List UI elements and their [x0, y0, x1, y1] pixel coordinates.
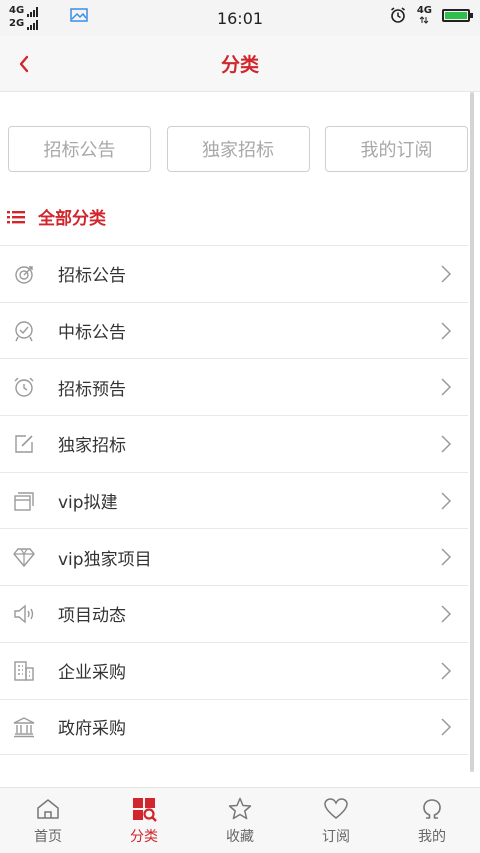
category-icon	[133, 798, 157, 822]
list-item[interactable]: vip独家项目	[0, 528, 468, 585]
category-tabs: 招标公告 独家招标 我的订阅	[8, 126, 468, 172]
alarm-icon	[390, 7, 405, 23]
list-item[interactable]: 招标公告	[0, 245, 468, 302]
badge-check-icon	[15, 320, 33, 341]
page-title: 分类	[220, 54, 259, 76]
list-item-label: 政府采购	[58, 719, 126, 740]
chevron-right-icon	[441, 492, 452, 510]
chevron-right-icon	[441, 605, 452, 623]
list-item-label: 中标公告	[58, 323, 126, 344]
tab-my-subscriptions[interactable]: 我的订阅	[325, 126, 468, 172]
list-item-label: 项目动态	[58, 606, 126, 627]
list-item-label: vip独家项目	[58, 549, 152, 570]
alarm-clock-icon	[14, 377, 34, 397]
bottom-navigation: 首页 分类 收藏 订阅 我的	[0, 787, 480, 853]
battery-icon	[442, 8, 473, 22]
star-icon	[228, 797, 252, 820]
list-item-label: 企业采购	[58, 663, 126, 684]
list-item-label: 招标公告	[58, 266, 126, 287]
speaker-icon	[14, 604, 34, 624]
chevron-right-icon	[441, 378, 452, 396]
chevron-right-icon	[441, 265, 452, 283]
nav-category-label: 分类	[130, 829, 158, 845]
scrollbar[interactable]	[470, 92, 474, 772]
tab-bidding-announcement[interactable]: 招标公告	[8, 126, 151, 172]
list-icon	[7, 210, 25, 223]
list-item-label: 独家招标	[58, 436, 126, 457]
target-icon	[15, 266, 33, 284]
government-icon	[13, 717, 35, 738]
nav-home[interactable]: 首页	[0, 788, 96, 853]
list-item[interactable]: 招标预告	[0, 358, 468, 415]
chevron-right-icon	[441, 662, 452, 680]
chevron-right-icon	[441, 322, 452, 340]
network-right-label: 4G	[416, 5, 432, 16]
section-header: 全部分类	[6, 204, 106, 229]
section-title: 全部分类	[38, 209, 106, 229]
nav-subscribe[interactable]: 订阅	[288, 788, 384, 853]
status-right: 4G	[389, 6, 473, 24]
list-item[interactable]: 项目动态	[0, 585, 468, 642]
status-bar: 4G 2G 16:01 4G	[0, 0, 480, 36]
heart-icon	[324, 798, 348, 819]
category-list: 招标公告 中标公告 招标预告 独家招标 vip拟建 vip独家项目 项目动态 企…	[0, 245, 468, 756]
building-icon	[14, 660, 34, 681]
nav-subscribe-label: 订阅	[322, 829, 350, 845]
tab-exclusive-bidding[interactable]: 独家招标	[166, 126, 310, 172]
nav-favorites[interactable]: 收藏	[192, 788, 288, 853]
list-item-label: vip拟建	[58, 493, 118, 514]
edit-icon	[15, 435, 33, 453]
chevron-right-icon	[441, 435, 452, 453]
stack-window-icon	[14, 491, 34, 511]
chevron-right-icon	[441, 548, 452, 566]
data-arrows-icon	[420, 16, 429, 24]
nav-profile[interactable]: 我的	[384, 788, 480, 853]
list-item[interactable]: vip拟建	[0, 471, 468, 529]
list-item[interactable]: 政府采购	[0, 698, 468, 756]
app-header: 分类	[0, 36, 480, 92]
list-item[interactable]: 企业采购	[0, 641, 468, 699]
profile-icon	[423, 799, 441, 819]
nav-profile-label: 我的	[418, 829, 446, 845]
list-item[interactable]: 中标公告	[0, 301, 468, 359]
home-icon	[37, 799, 59, 819]
nav-category[interactable]: 分类	[96, 788, 192, 853]
list-item-label: 招标预告	[58, 379, 126, 400]
nav-favorites-label: 收藏	[226, 829, 254, 845]
nav-home-label: 首页	[34, 829, 62, 845]
data-indicator: 4G	[417, 6, 432, 24]
list-item[interactable]: 独家招标	[0, 415, 468, 472]
chevron-right-icon	[441, 718, 452, 736]
diamond-icon	[13, 548, 35, 568]
